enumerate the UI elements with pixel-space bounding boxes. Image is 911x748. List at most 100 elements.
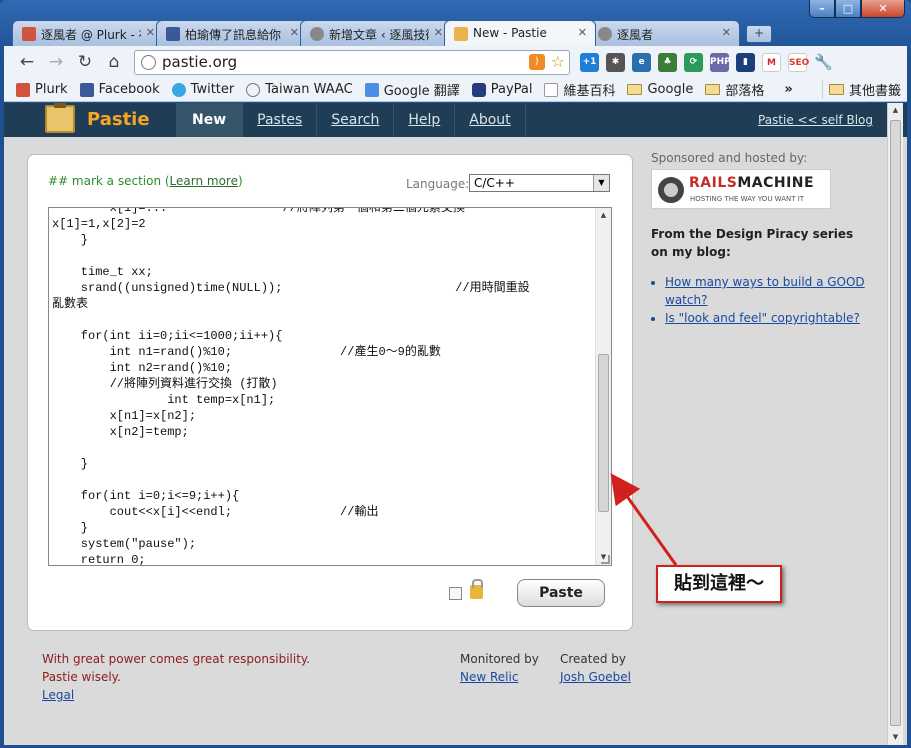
facebook-icon: [79, 82, 94, 97]
star-icon[interactable]: ☆: [551, 54, 565, 70]
bookmark-paypal[interactable]: PayPal: [471, 82, 532, 97]
analytics-icon[interactable]: ▮: [736, 52, 755, 72]
author-link[interactable]: Josh Goebel: [560, 670, 631, 684]
more-bookmarks-chevron[interactable]: »: [784, 82, 792, 97]
code-line: system("pause");: [52, 537, 197, 551]
scroll-thumb[interactable]: [598, 354, 609, 512]
gmail-icon[interactable]: M: [762, 52, 781, 72]
rss-icon[interactable]: ): [528, 54, 545, 70]
tab-pastie[interactable]: New - Pastie ✕: [444, 20, 596, 46]
evernote-icon[interactable]: ♣: [658, 52, 677, 72]
bookmark-folder-google[interactable]: Google: [627, 82, 693, 97]
home-button[interactable]: ⌂: [101, 52, 127, 72]
bookmark-twitter[interactable]: Twitter: [171, 82, 235, 97]
close-icon[interactable]: ✕: [434, 26, 443, 39]
new-relic-link[interactable]: New Relic: [460, 670, 518, 684]
nav-help[interactable]: Help: [394, 103, 456, 137]
bookmark-folder-blog[interactable]: 部落格: [705, 80, 764, 99]
close-icon[interactable]: ✕: [290, 26, 299, 39]
mark-suffix: ): [237, 174, 243, 188]
mark-prefix: ## mark a section (: [48, 174, 170, 188]
globe-icon: [246, 82, 261, 97]
code-line: time_t xx;: [52, 265, 153, 279]
back-button[interactable]: ←: [14, 52, 40, 72]
learn-more-link[interactable]: Learn more: [170, 174, 238, 188]
resize-grip-icon[interactable]: [601, 555, 610, 564]
sync-icon[interactable]: ⟳: [684, 52, 703, 72]
motto-line: Pastie wisely.: [42, 670, 121, 684]
code-line: }: [52, 457, 89, 471]
reload-button[interactable]: ↻: [72, 52, 98, 72]
seo-icon[interactable]: SEO: [788, 52, 809, 72]
bug-icon[interactable]: ✱: [606, 52, 625, 72]
tab-facebook[interactable]: 柏瑜傳了訊息給你 ✕: [156, 20, 308, 46]
blog-link[interactable]: How many ways to build a GOOD watch?: [665, 275, 865, 307]
wrench-icon[interactable]: 🔧: [814, 53, 833, 72]
new-tab-button[interactable]: +: [746, 25, 772, 43]
code-scrollbar[interactable]: ▲ ▼: [595, 208, 611, 565]
code-line: for(int i=0;i<=9;i++){: [52, 489, 240, 503]
tab-new-post[interactable]: 新增文章 ‹ 逐風技術 ✕: [300, 20, 452, 46]
code-line: int temp=x[n1];: [52, 393, 276, 407]
tab-plurk[interactable]: 逐風者 @ Plurk - 布 ✕: [12, 20, 164, 46]
scroll-thumb[interactable]: [890, 120, 901, 726]
nav-about[interactable]: About: [455, 103, 526, 137]
sponsor-name-b: MACHINE: [737, 175, 815, 191]
address-bar[interactable]: pastie.org ) ☆: [134, 49, 570, 75]
scroll-up-icon[interactable]: ▲: [596, 208, 611, 223]
annotation-callout: 貼到這裡～: [656, 565, 782, 603]
close-icon[interactable]: ✕: [722, 26, 731, 39]
railsmachine-logo[interactable]: RAILSMACHINE HOSTING THE WAY YOU WANT IT: [651, 169, 831, 209]
motto-line: With great power comes great responsibil…: [42, 652, 311, 666]
close-window-button[interactable]: ✕: [861, 0, 905, 18]
bookmarks-bar: Plurk Facebook Twitter Taiwan WAAC Googl…: [4, 78, 907, 102]
other-bookmarks[interactable]: 其他書籤: [821, 80, 907, 99]
bookmark-facebook[interactable]: Facebook: [79, 82, 160, 97]
maximize-button[interactable]: □: [835, 0, 861, 18]
code-line: srand((unsigned)time(NULL)); //用時間重設: [52, 281, 530, 295]
bookmark-google-translate[interactable]: Google 翻譯: [364, 80, 460, 99]
site-logo[interactable]: Pastie: [87, 109, 150, 130]
tab-blog[interactable]: 逐風者 ✕: [588, 20, 740, 46]
nav-new[interactable]: New: [176, 103, 244, 137]
list-item: Is "look and feel" copyrightable?: [665, 309, 871, 327]
tab-title: 逐風者: [617, 28, 654, 42]
code-line: x[1]=1,x[2]=2: [52, 217, 146, 231]
php-icon[interactable]: PHP: [710, 52, 731, 72]
extension-icons: +1 ✱ e ♣ ⟳ PHP ▮ M SEO 🔧: [580, 52, 833, 72]
language-value: C/C++: [474, 176, 515, 190]
code-line: 亂數表: [52, 297, 89, 311]
bookmark-plurk[interactable]: Plurk: [16, 82, 68, 97]
bookmark-label: 其他書籤: [848, 84, 901, 99]
close-icon[interactable]: ✕: [578, 26, 587, 39]
code-line: }: [52, 521, 89, 535]
paste-button[interactable]: Paste: [517, 579, 605, 607]
private-checkbox[interactable]: [449, 587, 462, 600]
folder-icon: [627, 84, 643, 95]
ie-tab-icon[interactable]: e: [632, 52, 651, 72]
paste-form: ## mark a section (Learn more) Language:…: [27, 154, 633, 631]
close-icon[interactable]: ✕: [146, 26, 155, 39]
legal-link[interactable]: Legal: [42, 686, 310, 704]
lock-icon: [470, 579, 483, 599]
bookmark-label: 維基百科: [563, 84, 616, 99]
plus-one-icon[interactable]: +1: [580, 52, 599, 72]
forward-button[interactable]: →: [43, 52, 69, 72]
nav-pastes[interactable]: Pastes: [243, 103, 318, 137]
nav-search[interactable]: Search: [317, 103, 395, 137]
scroll-down-icon[interactable]: ▼: [888, 730, 903, 745]
minimize-button[interactable]: –: [809, 0, 835, 18]
language-select[interactable]: C/C++ ▼: [469, 174, 610, 192]
sponsor-name-a: RAILS: [689, 175, 738, 191]
code-textarea[interactable]: x[1]=... //將陣列第一個和第二個元素交換 x[1]=1,x[2]=2 }…: [48, 207, 612, 566]
browser-toolbar: ← → ↻ ⌂ pastie.org ) ☆ +1 ✱ e ♣ ⟳ PHP ▮ …: [4, 46, 907, 78]
blog-link[interactable]: Is "look and feel" copyrightable?: [665, 311, 860, 325]
bookmark-taiwan-waac[interactable]: Taiwan WAAC: [246, 82, 353, 97]
bookmark-label: Twitter: [190, 82, 235, 97]
design-piracy-heading: From the Design Piracy series on my blog…: [651, 227, 854, 259]
page-scrollbar[interactable]: ▲ ▼: [887, 103, 903, 745]
scroll-up-icon[interactable]: ▲: [888, 103, 903, 118]
sponsor-name: RAILSMACHINE: [689, 175, 814, 191]
bookmark-wikipedia[interactable]: 維基百科: [544, 80, 615, 99]
self-blog-link[interactable]: Pastie << self Blog: [758, 113, 873, 127]
